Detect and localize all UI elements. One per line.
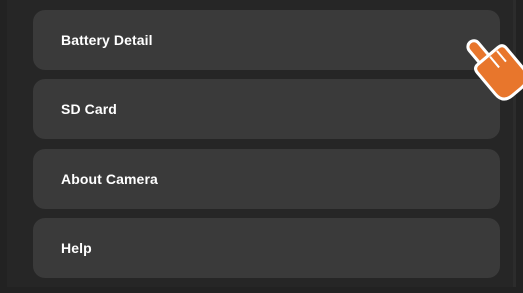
menu-item-label: Battery Detail: [61, 32, 153, 48]
menu-item-label: SD Card: [61, 101, 117, 117]
menu-item-label: About Camera: [61, 171, 158, 187]
settings-screen: Battery Detail SD Card About Camera Help: [0, 0, 523, 293]
menu-item-label: Help: [61, 240, 92, 256]
pointing-hand-icon: [466, 39, 523, 101]
menu-item-battery-detail[interactable]: Battery Detail: [33, 10, 500, 70]
menu-item-sd-card[interactable]: SD Card: [33, 79, 500, 139]
menu-item-help[interactable]: Help: [33, 218, 500, 278]
menu-item-about-camera[interactable]: About Camera: [33, 149, 500, 209]
